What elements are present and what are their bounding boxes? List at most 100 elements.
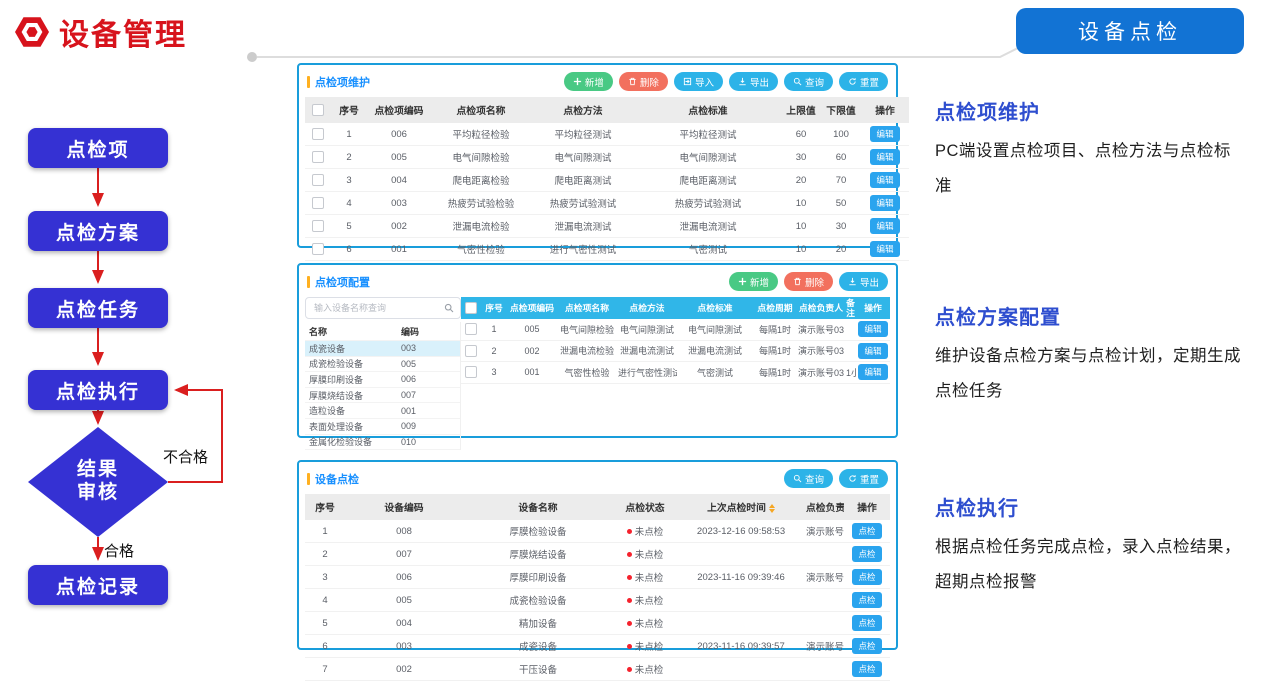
inspect-button[interactable]: 点检: [852, 592, 881, 608]
panel-equipment-inspection: 设备点检 查询重置 序号设备编码设备名称点检状态上次点检时间点检负责人操作100…: [297, 460, 898, 650]
device-search-input[interactable]: [312, 302, 444, 314]
reset-button[interactable]: 重置: [839, 72, 888, 91]
status-dot-icon: [627, 575, 632, 580]
device-search-box: [305, 297, 461, 319]
table-cell: 002: [367, 215, 431, 238]
device-list-item[interactable]: 表面处理设备009: [305, 419, 460, 435]
table-cell: [677, 589, 805, 612]
plus-icon: [738, 277, 747, 286]
row-checkbox[interactable]: [312, 243, 324, 255]
device-list-item[interactable]: 成瓷检验设备005: [305, 357, 460, 373]
column-header: 点检标准: [677, 297, 753, 319]
panel-inspection-plan-config: 点检项配置 新增删除导出 名称编码成瓷设备003成瓷检验设备005厚膜印刷设备0…: [297, 263, 898, 438]
row-checkbox[interactable]: [312, 151, 324, 163]
table-cell: 热疲劳试验测试: [531, 192, 635, 215]
table-cell: 003: [345, 635, 463, 658]
table-cell: 气密性检验: [557, 362, 617, 384]
table-cell: 20: [821, 238, 861, 261]
table-cell: 002: [345, 658, 463, 681]
inspect-button[interactable]: 点检: [852, 638, 881, 654]
table-cell: 演示账号03: [805, 635, 844, 658]
column-header: 备注: [845, 297, 856, 319]
inspect-button[interactable]: 点检: [852, 661, 881, 677]
nav-button-equipment-inspection[interactable]: 设备点检: [1016, 8, 1244, 54]
add-button[interactable]: 新增: [564, 72, 613, 91]
add-button[interactable]: 新增: [729, 272, 778, 291]
page-title: 设备管理: [59, 10, 187, 54]
export-button[interactable]: 导出: [839, 272, 888, 291]
row-checkbox[interactable]: [465, 366, 477, 378]
delete-button[interactable]: 删除: [619, 72, 668, 91]
export-button[interactable]: 导出: [729, 72, 778, 91]
table-cell: 泄漏电流检验: [431, 215, 531, 238]
row-checkbox[interactable]: [465, 345, 477, 357]
description-body: 维护设备点检方案与点检计划，定期生成点检任务: [935, 339, 1247, 410]
row-checkbox[interactable]: [465, 323, 477, 335]
device-list-item[interactable]: 造粒设备001: [305, 403, 460, 419]
table-cell: 演示账号03: [805, 520, 844, 543]
inspect-button[interactable]: 点检: [852, 523, 881, 539]
table-row: 5002泄漏电流检验泄漏电流测试泄漏电流测试1030编辑: [305, 215, 909, 238]
edit-button[interactable]: 编辑: [870, 149, 899, 165]
query-button[interactable]: 查询: [784, 72, 833, 91]
column-header: 上次点检时间: [677, 494, 805, 520]
inspect-button[interactable]: 点检: [852, 569, 881, 585]
import-button[interactable]: 导入: [674, 72, 723, 91]
row-checkbox[interactable]: [312, 174, 324, 186]
inspect-button[interactable]: 点检: [852, 546, 881, 562]
row-checkbox[interactable]: [465, 302, 477, 314]
panel-inspection-item-maintenance: 点检项维护 新增删除导入导出查询重置 序号点检项编码点检项名称点检方法点检标准上…: [297, 63, 898, 248]
device-list-item[interactable]: 成瓷设备003: [305, 341, 460, 357]
edit-button[interactable]: 编辑: [870, 195, 899, 211]
status-dot-icon: [627, 552, 632, 557]
brand: 设备管理: [14, 10, 187, 54]
column-header: 点检项名称: [557, 297, 617, 319]
row-checkbox[interactable]: [312, 220, 324, 232]
inspect-button[interactable]: 点检: [852, 615, 881, 631]
title-accent-bar: [307, 76, 310, 88]
table-cell: 004: [345, 612, 463, 635]
edit-button[interactable]: 编辑: [858, 343, 887, 359]
reset-button[interactable]: 重置: [839, 469, 888, 488]
device-list-item[interactable]: 厚膜印刷设备006: [305, 372, 460, 388]
column-header: 操作: [844, 494, 890, 520]
table-cell: 泄漏电流测试: [531, 215, 635, 238]
device-list-pane: 名称编码成瓷设备003成瓷检验设备005厚膜印刷设备006厚膜烧结设备007造粒…: [305, 297, 461, 450]
table-cell: 进行气密性测试: [531, 238, 635, 261]
edit-button[interactable]: 编辑: [870, 241, 899, 257]
status-dot-icon: [627, 644, 632, 649]
search-icon: [444, 303, 454, 313]
edit-button[interactable]: 编辑: [858, 364, 887, 380]
edit-button[interactable]: 编辑: [870, 218, 899, 234]
edit-button[interactable]: 编辑: [870, 126, 899, 142]
table-cell: 泄漏电流检验: [557, 340, 617, 362]
delete-button[interactable]: 删除: [784, 272, 833, 291]
table-cell: [805, 543, 844, 566]
status-badge: 未点检: [613, 658, 677, 681]
table-row: 3006厚膜印刷设备未点检2023-11-16 09:39:46演示账号03点检: [305, 566, 890, 589]
table-cell: 1: [305, 520, 345, 543]
table-cell: 电气间隙测试: [531, 146, 635, 169]
table-cell: 006: [345, 566, 463, 589]
refresh-icon: [848, 77, 857, 86]
row-checkbox[interactable]: [312, 104, 324, 116]
table-cell: 2: [305, 543, 345, 566]
table-header-row: 序号设备编码设备名称点检状态上次点检时间点检负责人操作: [305, 494, 890, 520]
table-cell: 008: [345, 520, 463, 543]
table-cell: 气密测试: [677, 362, 753, 384]
query-button[interactable]: 查询: [784, 469, 833, 488]
row-checkbox[interactable]: [312, 197, 324, 209]
table-cell: 演示账号03: [797, 340, 845, 362]
row-checkbox[interactable]: [312, 128, 324, 140]
status-badge: 未点检: [613, 612, 677, 635]
table-cell: 5: [331, 215, 367, 238]
edit-button[interactable]: 编辑: [870, 172, 899, 188]
inspection-item-table: 序号点检项编码点检项名称点检方法点检标准上限值下限值备注操作1006平均粒径检验…: [305, 97, 909, 261]
panel-title: 点检项配置: [307, 274, 370, 290]
status-badge: 未点检: [613, 520, 677, 543]
device-list-item[interactable]: 金属化检验设备010: [305, 435, 460, 451]
edit-button[interactable]: 编辑: [858, 321, 887, 337]
flow-label-pass: 合格: [104, 540, 134, 561]
sort-icon[interactable]: [769, 504, 775, 513]
device-list-item[interactable]: 厚膜烧结设备007: [305, 388, 460, 404]
